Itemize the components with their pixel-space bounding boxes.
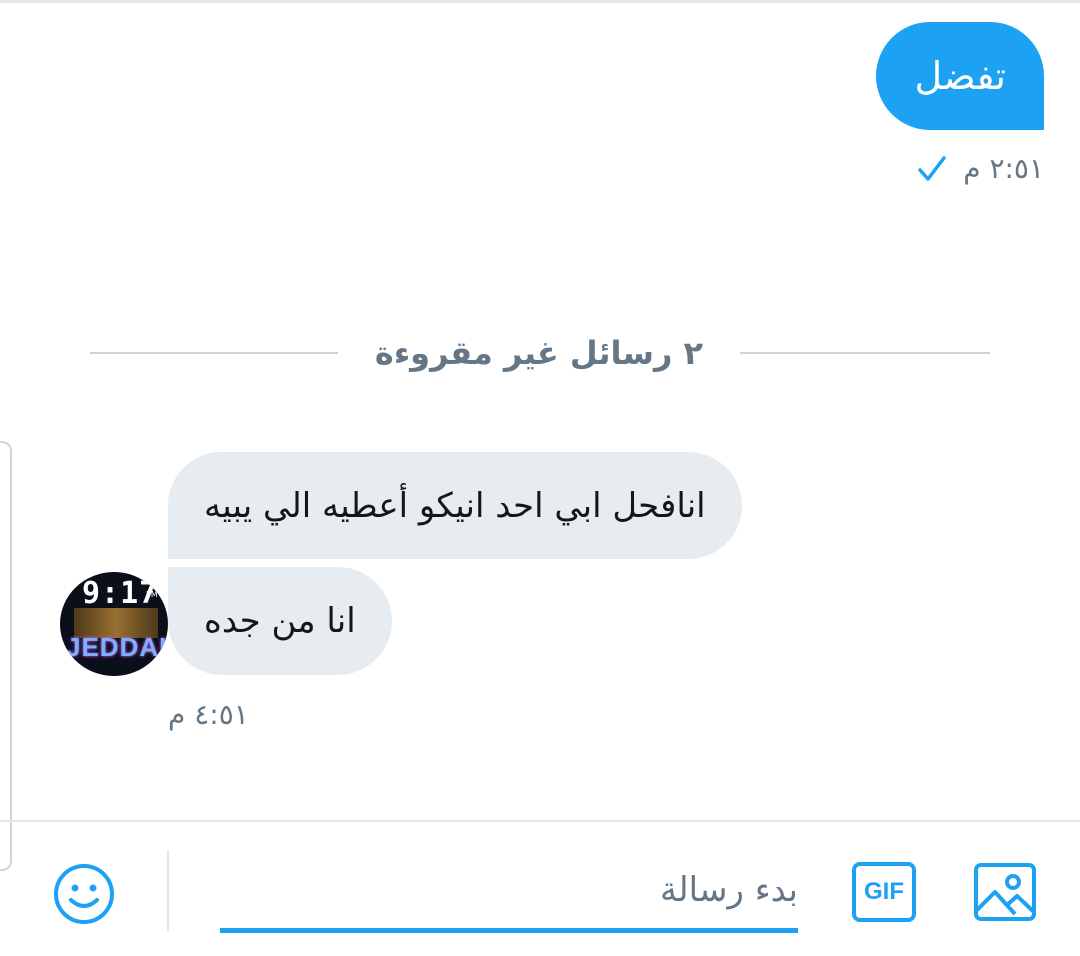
incoming-message-time: ٤:٥١ م	[168, 698, 249, 731]
composer-top-border	[0, 820, 1080, 822]
unread-messages-divider: ٢ رسائل غير مقروءة	[374, 334, 704, 372]
gif-icon: GIF	[864, 878, 904, 905]
avatar-city-text: JEDDAH	[66, 632, 168, 662]
outgoing-message-time: ٢:٥١ م	[963, 152, 1044, 185]
message-input-underline	[220, 928, 798, 933]
incoming-message-text: انافحل ابي احد انيكو أعطيه الي يبيه	[204, 485, 706, 526]
composer-divider	[167, 850, 169, 932]
outgoing-message-meta: ٢:٥١ م	[917, 152, 1044, 185]
unread-divider-line-left	[90, 352, 338, 354]
image-icon	[974, 863, 1036, 921]
incoming-message-bubble[interactable]: انا من جده	[168, 567, 392, 675]
top-edge-divider	[0, 0, 1080, 3]
avatar-meridiem-text: PM	[146, 590, 158, 599]
outgoing-message-bubble[interactable]: تفضل	[876, 22, 1044, 130]
gif-button[interactable]: GIF	[852, 862, 916, 922]
emoji-button[interactable]	[52, 862, 116, 926]
checkmark-icon	[918, 155, 946, 181]
message-input[interactable]	[220, 852, 798, 928]
outgoing-message-text: تفضل	[914, 54, 1006, 98]
incoming-message-bubble[interactable]: انافحل ابي احد انيكو أعطيه الي يبيه	[168, 452, 742, 559]
side-panel-edge	[0, 441, 12, 871]
image-button[interactable]	[973, 862, 1037, 922]
emoji-icon	[54, 864, 114, 924]
incoming-message-text: انا من جده	[204, 601, 356, 641]
unread-divider-line-right	[740, 352, 990, 354]
sender-avatar[interactable]: 9:17 PM JEDDAH	[60, 572, 168, 676]
